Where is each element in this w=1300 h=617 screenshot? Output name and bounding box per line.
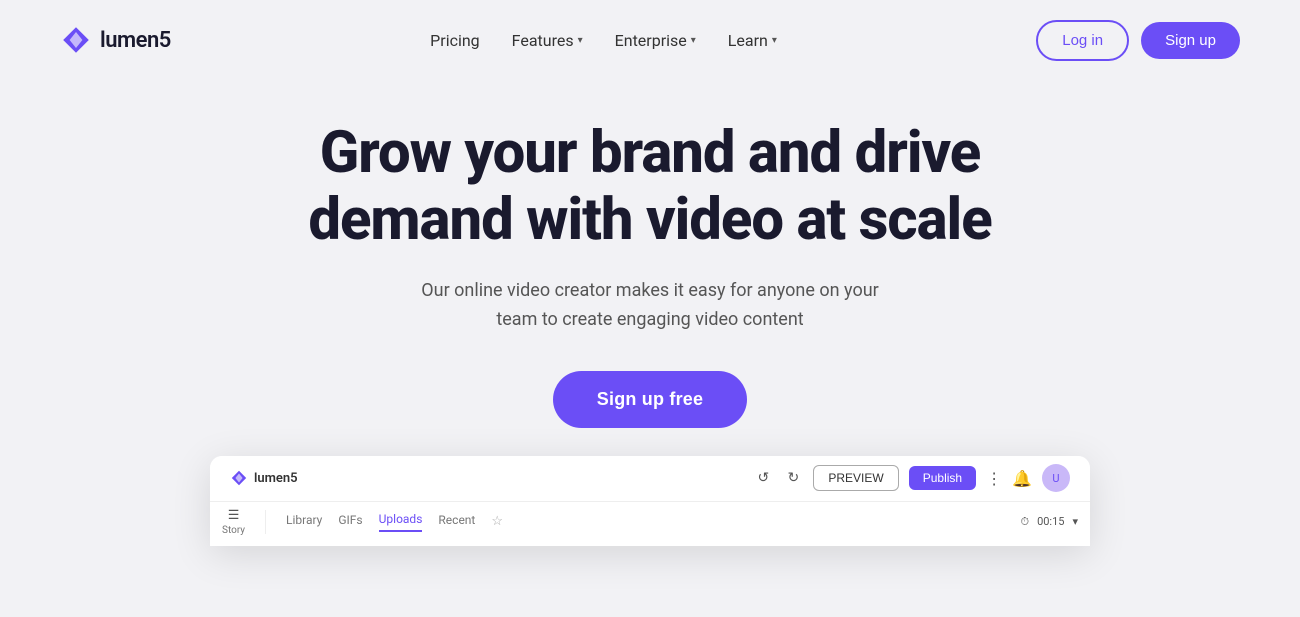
app-timer: ⏱ 00:15 ▾ [1020,515,1078,529]
story-panel-toggle[interactable]: ☰ Story [222,508,245,536]
app-topbar: lumen5 ↺ ↻ PREVIEW Publish ⋮ 🔔 U [210,456,1090,502]
nav-buttons: Log in Sign up [1036,20,1240,61]
preview-button[interactable]: PREVIEW [813,465,898,491]
app-logo: lumen5 [230,469,298,487]
tab-library[interactable]: Library [286,513,322,531]
media-tabs: Library GIFs Uploads Recent ☆ [286,512,503,532]
app-logo-text: lumen5 [254,471,298,486]
navbar: lumen5 Pricing Features ▾ Enterprise ▾ L… [0,0,1300,80]
hero-title: Grow your brand and drive demand with vi… [270,120,1030,253]
login-button[interactable]: Log in [1036,20,1129,61]
nav-features[interactable]: Features ▾ [512,31,583,50]
timer-chevron: ▾ [1072,515,1078,528]
more-options-icon[interactable]: ⋮ [986,469,1002,488]
story-icon: ☰ [228,508,240,523]
chevron-down-icon: ▾ [772,35,777,46]
nav-links: Pricing Features ▾ Enterprise ▾ Learn ▾ [430,31,777,50]
timer-value: 00:15 [1037,515,1064,528]
redo-icon[interactable]: ↻ [783,468,803,488]
favorites-icon[interactable]: ☆ [491,514,503,529]
notification-icon[interactable]: 🔔 [1012,469,1032,488]
chevron-down-icon: ▾ [691,35,696,46]
timer-display: ⏱ [1020,515,1029,529]
nav-pricing[interactable]: Pricing [430,31,480,50]
logo[interactable]: lumen5 [60,24,171,56]
tab-uploads[interactable]: Uploads [379,512,423,532]
avatar[interactable]: U [1042,464,1070,492]
tab-gifs[interactable]: GIFs [338,513,362,531]
signup-button[interactable]: Sign up [1141,22,1240,59]
chevron-down-icon: ▾ [578,35,583,46]
publish-button[interactable]: Publish [909,466,976,490]
tab-recent[interactable]: Recent [438,513,475,531]
app-logo-icon [230,469,248,487]
app-bar-actions: ↺ ↻ PREVIEW Publish ⋮ 🔔 U [753,464,1070,492]
hero-subtitle: Our online video creator makes it easy f… [410,277,890,335]
app-preview: lumen5 ↺ ↻ PREVIEW Publish ⋮ 🔔 U ☰ Story… [210,456,1090,546]
hero-cta-button[interactable]: Sign up free [553,371,747,428]
divider [265,510,266,534]
app-toolbar: ☰ Story Library GIFs Uploads Recent ☆ ⏱ … [210,502,1090,542]
logo-diamond-icon [60,24,92,56]
undo-icon[interactable]: ↺ [753,468,773,488]
hero-section: Grow your brand and drive demand with vi… [0,80,1300,566]
nav-enterprise[interactable]: Enterprise ▾ [615,31,696,50]
logo-text: lumen5 [100,28,171,53]
nav-learn[interactable]: Learn ▾ [728,31,777,50]
